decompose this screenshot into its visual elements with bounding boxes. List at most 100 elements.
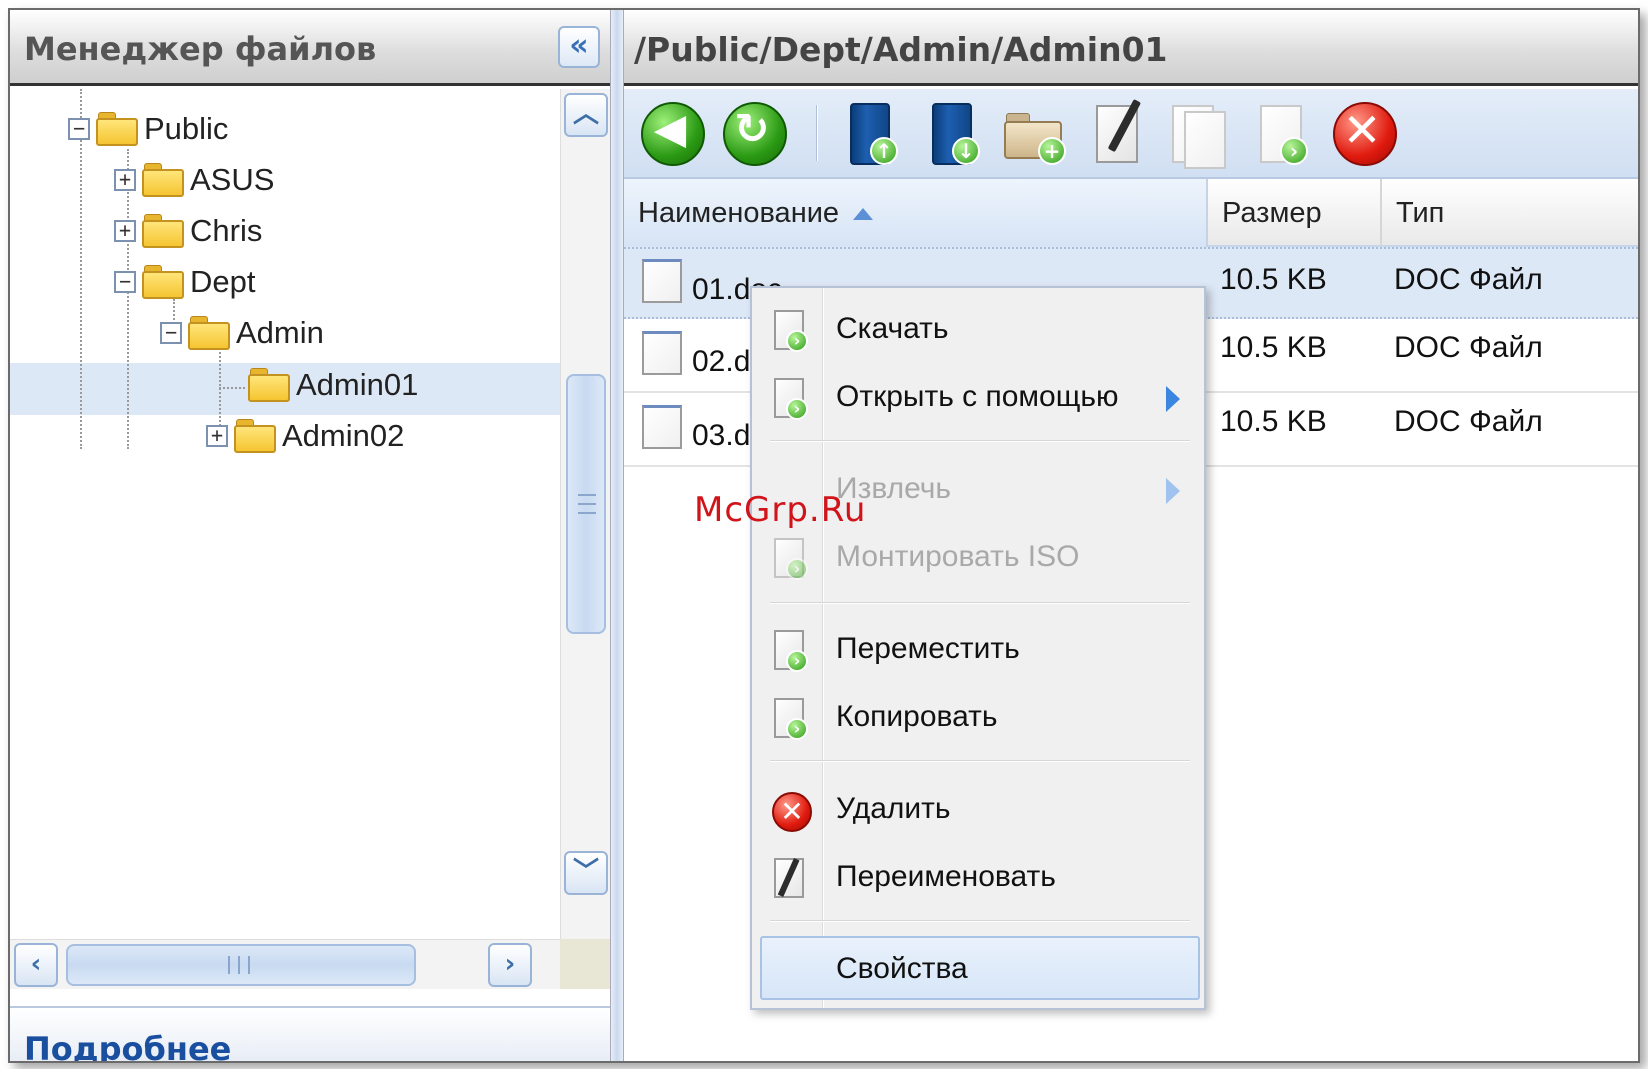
column-type-header[interactable]: Тип (1382, 179, 1638, 247)
copy-icon: › (770, 696, 808, 742)
tree-item-chris[interactable]: + Chris (114, 207, 262, 255)
tree-item-label: Dept (190, 264, 256, 299)
menu-separator (770, 920, 1190, 922)
rename-icon[interactable] (1084, 99, 1154, 169)
refresh-icon[interactable]: ↻ (720, 99, 790, 169)
panel-title: Менеджер файлов (24, 30, 377, 68)
tree-item-dept[interactable]: − Dept (114, 258, 255, 306)
file-size: 10.5 KB (1220, 263, 1327, 296)
menu-item-rename[interactable]: Переименовать (752, 846, 1204, 910)
file-grid-header: Наименование Размер Тип (624, 179, 1638, 247)
toolbar-separator (816, 105, 818, 161)
column-size-header[interactable]: Размер (1208, 179, 1382, 247)
tree-item-admin02[interactable]: + Admin02 (206, 412, 404, 460)
scroll-thumb[interactable] (66, 944, 416, 986)
menu-item-copy[interactable]: › Копировать (752, 686, 1204, 750)
path-bar: /Public/Dept/Admin/Admin01 (624, 10, 1638, 86)
tree-item-label: ASUS (190, 162, 275, 197)
menu-item-label: Переименовать (836, 860, 1056, 893)
column-label: Размер (1222, 197, 1322, 229)
collapse-panel-button[interactable]: « (558, 26, 600, 68)
download-icon[interactable]: ↓ (918, 99, 988, 169)
scroll-up-icon[interactable]: ︿ (564, 93, 608, 137)
left-panel: Менеджер файлов « − Public + ASUS + Chri… (10, 10, 610, 1061)
details-label[interactable]: Подробнее (24, 1030, 231, 1061)
tree-item-admin[interactable]: − Admin (160, 309, 324, 357)
doc-file-icon (642, 405, 682, 449)
menu-item-properties[interactable]: Свойства (760, 936, 1200, 1000)
details-panel[interactable]: Подробнее (10, 1006, 610, 1061)
delete-icon[interactable]: ✕ (1330, 99, 1400, 169)
menu-item-download[interactable]: › Скачать (752, 298, 1204, 362)
copy-icon[interactable] (1166, 99, 1236, 169)
expand-toggle-icon[interactable]: + (206, 425, 228, 447)
tree-item-label: Chris (190, 213, 263, 248)
menu-item-label: Копировать (836, 700, 998, 733)
menu-item-label: Свойства (836, 952, 968, 985)
file-size: 10.5 KB (1220, 405, 1327, 438)
column-label: Тип (1396, 197, 1445, 229)
folder-open-icon (142, 265, 186, 299)
upload-icon[interactable]: ↑ (836, 99, 906, 169)
tree-item-public[interactable]: − Public (68, 105, 228, 153)
folder-open-icon (188, 316, 232, 350)
context-menu: › Скачать › Открыть с помощью Извлечь › … (750, 286, 1206, 1010)
file-size: 10.5 KB (1220, 331, 1327, 364)
doc-file-icon (642, 331, 682, 375)
menu-item-open-with[interactable]: › Открыть с помощью (752, 366, 1204, 430)
tree-item-label: Public (144, 111, 229, 146)
folder-icon (142, 214, 186, 248)
watermark: McGrp.Ru (694, 490, 867, 530)
expand-toggle-icon[interactable]: + (114, 220, 136, 242)
current-path: /Public/Dept/Admin/Admin01 (634, 30, 1168, 69)
open-with-icon: › (770, 376, 808, 422)
scroll-right-icon[interactable]: › (488, 943, 532, 987)
menu-separator (770, 440, 1190, 442)
tree-horizontal-scrollbar[interactable]: ‹ › (10, 939, 560, 989)
toolbar: ◀ ↻ ↑ ↓ + › ✕ (624, 89, 1638, 179)
file-type: DOC Файл (1394, 331, 1543, 364)
menu-item-label: Скачать (836, 312, 949, 345)
collapse-toggle-icon[interactable]: − (114, 271, 136, 293)
expand-toggle-icon[interactable]: + (114, 169, 136, 191)
tree-item-label: Admin (236, 315, 324, 350)
tree-vertical-scrollbar[interactable]: ︿ ﹀ (560, 89, 610, 939)
collapse-toggle-icon[interactable]: − (160, 322, 182, 344)
menu-item-delete[interactable]: ✕ Удалить (752, 778, 1204, 842)
scroll-down-icon[interactable]: ﹀ (564, 851, 608, 895)
menu-item-label: Открыть с помощью (836, 380, 1119, 413)
folder-icon (142, 163, 186, 197)
tree-item-label: Admin01 (296, 367, 419, 402)
delete-icon: ✕ (770, 788, 812, 834)
download-icon: › (770, 308, 808, 354)
menu-item-move[interactable]: › Переместить (752, 618, 1204, 682)
folder-open-icon (96, 112, 140, 146)
move-icon: › (770, 628, 808, 674)
left-panel-header: Менеджер файлов « (10, 10, 610, 86)
menu-item-label: Удалить (836, 792, 951, 825)
new-folder-icon[interactable]: + (1000, 99, 1070, 169)
folder-icon (248, 368, 292, 402)
panel-splitter[interactable] (610, 10, 624, 1061)
menu-separator (770, 602, 1190, 604)
submenu-arrow-icon (1166, 386, 1180, 412)
sort-ascending-icon (853, 208, 874, 221)
tree-item-asus[interactable]: + ASUS (114, 156, 274, 204)
move-icon[interactable]: › (1248, 99, 1318, 169)
rename-icon (770, 856, 808, 902)
folder-icon (234, 419, 278, 453)
back-icon[interactable]: ◀ (638, 99, 708, 169)
column-label: Наименование (638, 197, 840, 229)
submenu-arrow-icon (1166, 478, 1180, 504)
menu-separator (770, 760, 1190, 762)
mount-icon: › (770, 536, 808, 582)
tree-item-label: Admin02 (282, 418, 405, 453)
scroll-thumb[interactable] (566, 374, 606, 634)
tree-item-admin01[interactable]: Admin01 (248, 361, 418, 409)
menu-item-mount-iso: › Монтировать ISO (752, 526, 1204, 590)
scroll-left-icon[interactable]: ‹ (14, 943, 58, 987)
column-name-header[interactable]: Наименование (624, 179, 1208, 247)
collapse-toggle-icon[interactable]: − (68, 118, 90, 140)
scroll-corner (560, 939, 610, 989)
menu-item-label: Переместить (836, 632, 1020, 665)
